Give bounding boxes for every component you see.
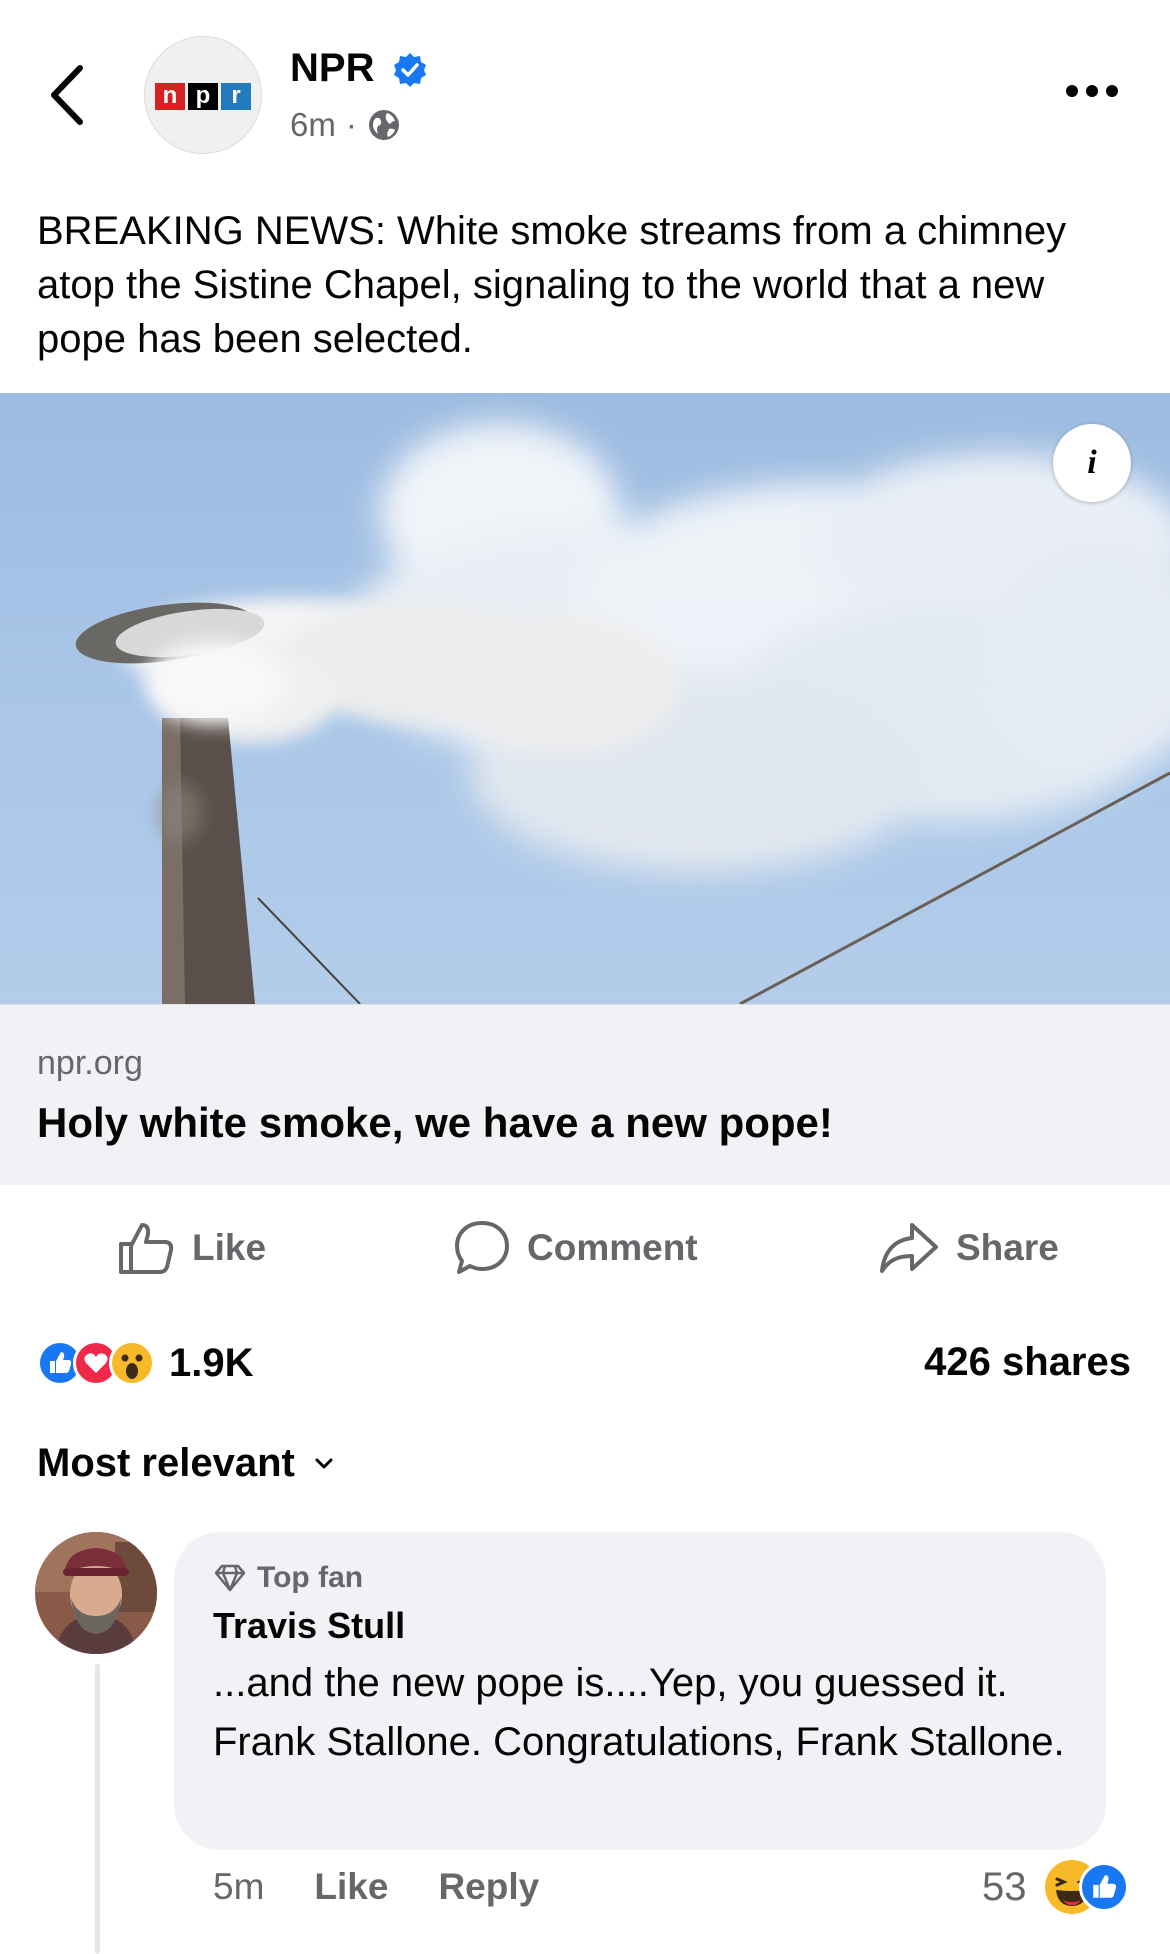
comment-time[interactable]: 5m xyxy=(213,1866,264,1908)
chevron-down-icon xyxy=(315,1458,333,1468)
comment-label: Comment xyxy=(527,1227,698,1268)
info-button[interactable]: i xyxy=(1053,424,1131,502)
link-title[interactable]: Holy white smoke, we have a new pope! xyxy=(37,1099,833,1147)
link-preview-card[interactable] xyxy=(0,1004,1170,1185)
more-options-button[interactable] xyxy=(1066,80,1130,102)
post-time[interactable]: 6m xyxy=(290,106,336,144)
post-text: BREAKING NEWS: White smoke streams from … xyxy=(37,209,1067,361)
thread-line xyxy=(95,1664,100,1954)
commenter-name[interactable]: Travis Stull xyxy=(213,1605,405,1647)
sort-label: Most relevant xyxy=(37,1441,295,1485)
commenter-avatar[interactable] xyxy=(35,1532,157,1654)
comment-reactions[interactable]: 53 xyxy=(982,1860,1129,1914)
like-button[interactable]: Like xyxy=(116,1218,266,1278)
smoke-chimney-photo xyxy=(75,423,1170,1004)
logo-letter-n: n xyxy=(155,83,185,110)
logo-letter-p: p xyxy=(188,83,218,110)
chevron-left-icon xyxy=(51,65,83,125)
reactions-summary[interactable]: 1.9K xyxy=(37,1340,254,1386)
post-image[interactable] xyxy=(0,393,1170,1004)
more-dot xyxy=(1106,85,1118,97)
verified-badge-icon xyxy=(392,52,428,88)
page-name[interactable]: NPR xyxy=(290,46,374,91)
comment-actions: 5m Like Reply xyxy=(213,1866,539,1908)
comment-reaction-count: 53 xyxy=(982,1864,1027,1909)
diamond-icon xyxy=(214,1564,246,1592)
badge-label: Top fan xyxy=(257,1561,364,1594)
logo-letter-r: r xyxy=(221,83,251,110)
more-dot xyxy=(1086,85,1098,97)
npr-logo: n p r xyxy=(155,83,251,110)
comment-text: ...and the new pope is....Yep, you guess… xyxy=(213,1661,1065,1764)
link-domain: npr.org xyxy=(37,1044,143,1082)
comment-reply-button[interactable]: Reply xyxy=(438,1866,539,1908)
info-icon: i xyxy=(1087,444,1097,481)
back-button[interactable] xyxy=(40,60,100,130)
share-count[interactable]: 426 shares xyxy=(924,1340,1131,1385)
like-label: Like xyxy=(192,1227,267,1268)
reaction-count: 1.9K xyxy=(169,1340,254,1385)
comment-like-button[interactable]: Like xyxy=(314,1866,388,1908)
comment-button[interactable]: Comment xyxy=(453,1218,698,1278)
comment-sort-dropdown[interactable]: Most relevant xyxy=(37,1441,333,1486)
globe-icon xyxy=(368,110,399,140)
meta-separator: · xyxy=(345,106,357,143)
post-meta: 6m · xyxy=(290,106,401,144)
share-label: Share xyxy=(956,1227,1059,1268)
page-avatar[interactable]: n p r xyxy=(144,36,262,154)
like-reaction-icon xyxy=(1078,1862,1129,1912)
more-dots-icon xyxy=(1066,85,1078,97)
share-button[interactable]: Share xyxy=(878,1218,1059,1278)
top-fan-badge: Top fan xyxy=(213,1561,363,1595)
speech-bubble-icon xyxy=(455,1221,509,1274)
thumbs-up-icon xyxy=(119,1223,174,1274)
share-arrow-icon xyxy=(880,1223,938,1273)
wow-reaction-icon xyxy=(109,1340,155,1386)
